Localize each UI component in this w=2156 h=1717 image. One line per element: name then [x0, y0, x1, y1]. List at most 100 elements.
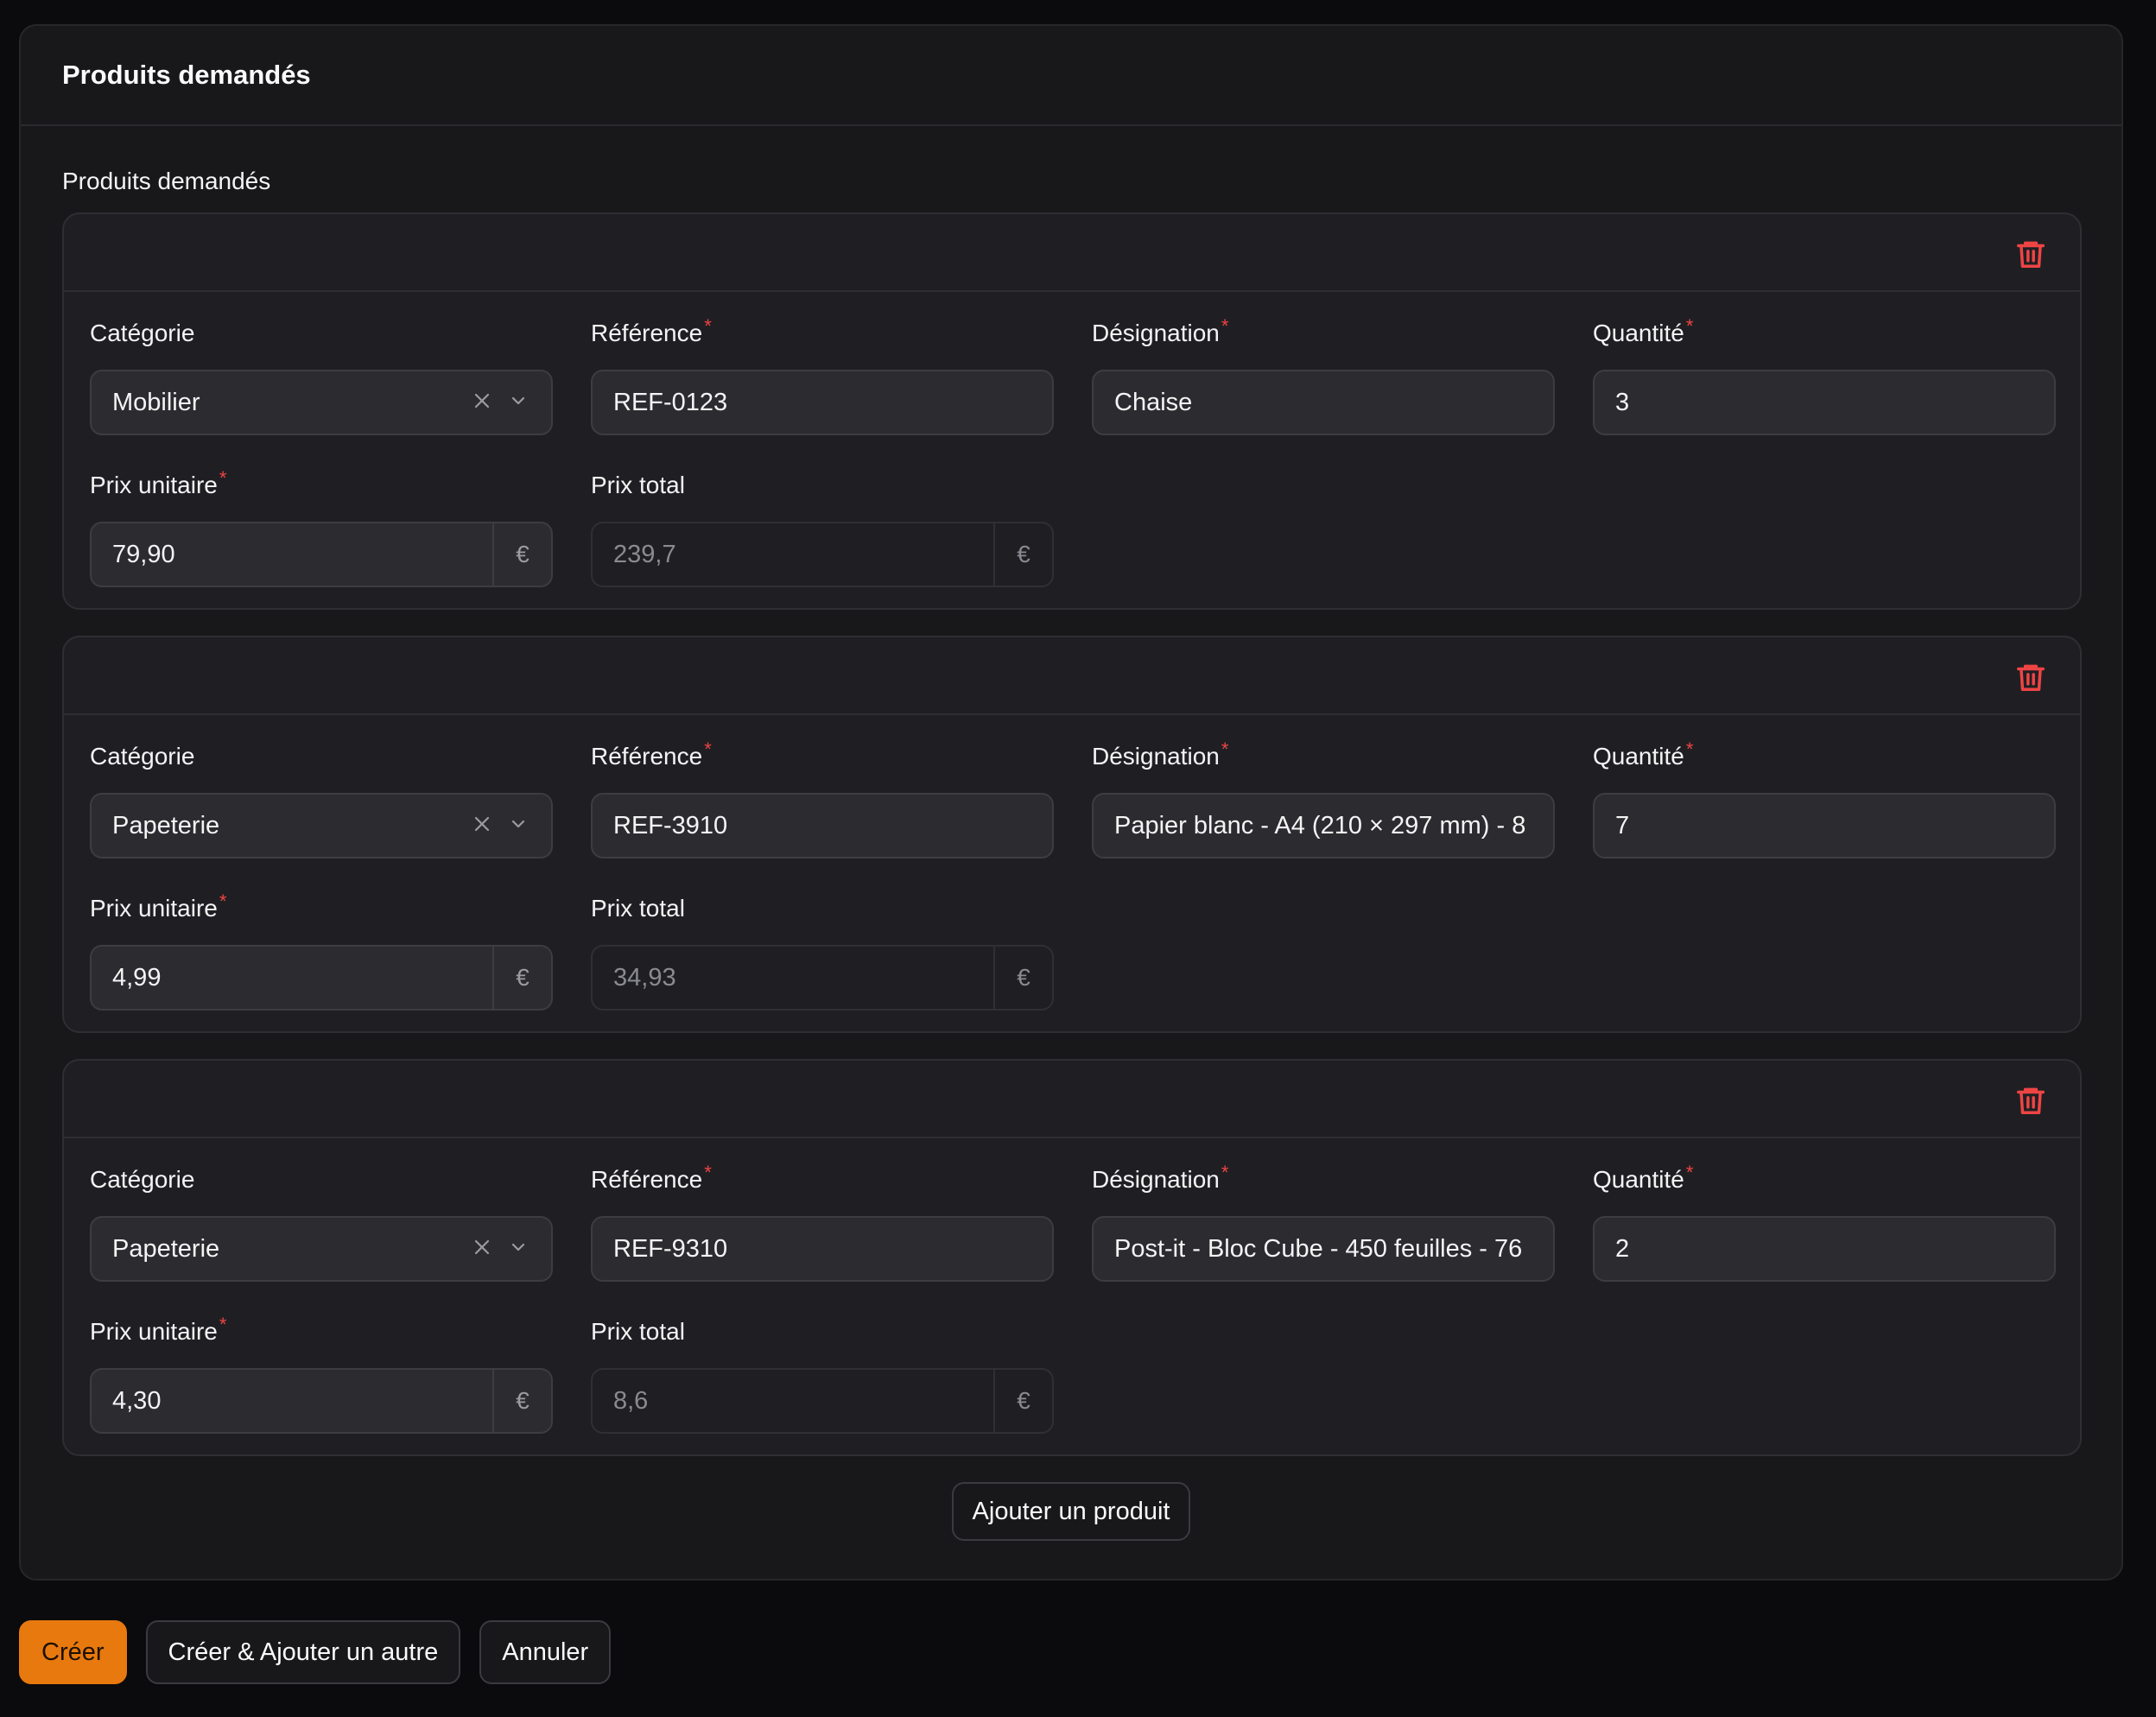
close-icon[interactable] — [472, 1237, 492, 1262]
reference-field: Référence* REF-3910 — [591, 738, 1054, 858]
quantity-field: Quantité* 3 — [1593, 315, 2056, 435]
currency-suffix: € — [492, 947, 551, 1009]
products-section: Produits demandés Produits demandés Caté… — [19, 24, 2123, 1581]
unit-price-value: 4,30 — [112, 1386, 162, 1415]
trash-icon[interactable] — [2014, 1083, 2047, 1118]
quantity-value: 3 — [1615, 388, 1630, 416]
designation-field: Désignation* Post-it - Bloc Cube - 450 f… — [1092, 1162, 1555, 1282]
add-row: Ajouter un produit — [62, 1482, 2080, 1541]
category-select[interactable]: Papeterie — [90, 1216, 553, 1282]
quantity-input[interactable]: 7 — [1593, 793, 2056, 858]
quantity-input[interactable]: 2 — [1593, 1216, 2056, 1282]
total-price-input: 239,7 € — [591, 522, 1054, 587]
product-item: Catégorie Mobilier Référence* REF-0123 D… — [62, 212, 2082, 610]
category-value: Papeterie — [112, 1234, 220, 1263]
quantity-input[interactable]: 3 — [1593, 370, 2056, 435]
unit-price-field: Prix unitaire* 4,99 € — [90, 890, 553, 1011]
category-value: Mobilier — [112, 388, 200, 416]
quantity-field: Quantité* 2 — [1593, 1162, 2056, 1282]
unit-price-field: Prix unitaire* 4,30 € — [90, 1314, 553, 1434]
unit-price-input[interactable]: 4,30 € — [90, 1368, 553, 1434]
unit-price-label: Prix unitaire* — [90, 467, 227, 498]
designation-input[interactable]: Post-it - Bloc Cube - 450 feuilles - 76 — [1092, 1216, 1555, 1282]
product-item-body: Catégorie Papeterie Référence* — [64, 715, 2080, 1033]
quantity-field: Quantité* 7 — [1593, 738, 2056, 858]
product-items-list: Catégorie Mobilier Référence* REF-0123 D… — [62, 212, 2082, 1456]
product-item: Catégorie Papeterie Référence* — [62, 1059, 2082, 1456]
unit-price-field: Prix unitaire* 79,90 € — [90, 467, 553, 587]
currency-suffix: € — [993, 523, 1052, 586]
designation-field: Désignation* Papier blanc - A4 (210 × 29… — [1092, 738, 1555, 858]
reference-value: REF-0123 — [613, 388, 728, 416]
reference-value: REF-3910 — [613, 811, 728, 839]
total-price-label: Prix total — [591, 895, 685, 922]
currency-suffix: € — [993, 1370, 1052, 1432]
create-button[interactable]: Créer — [19, 1620, 127, 1684]
total-price-label: Prix total — [591, 472, 685, 498]
close-icon[interactable] — [472, 814, 492, 839]
total-price-label: Prix total — [591, 1318, 685, 1345]
total-price-field: Prix total 239,7 € — [591, 468, 1054, 587]
product-item-body: Catégorie Papeterie Référence* — [64, 1138, 2080, 1456]
designation-field: Désignation* Chaise — [1092, 315, 1555, 435]
total-price-input: 34,93 € — [591, 945, 1054, 1011]
category-select[interactable]: Mobilier — [90, 370, 553, 435]
chevron-down-icon[interactable] — [508, 1237, 529, 1262]
total-price-field: Prix total 8,6 € — [591, 1315, 1054, 1434]
designation-input[interactable]: Papier blanc - A4 (210 × 297 mm) - 8 — [1092, 793, 1555, 858]
quantity-value: 2 — [1615, 1234, 1630, 1263]
trash-icon[interactable] — [2014, 660, 2047, 694]
total-price-value: 34,93 — [613, 963, 676, 992]
cancel-button[interactable]: Annuler — [479, 1620, 612, 1684]
quantity-label: Quantité* — [1593, 1162, 1694, 1193]
chevron-down-icon[interactable] — [508, 814, 529, 839]
section-header: Produits demandés — [21, 26, 2121, 126]
close-icon[interactable] — [472, 390, 492, 415]
unit-price-value: 4,99 — [112, 963, 162, 992]
unit-price-input[interactable]: 4,99 € — [90, 945, 553, 1011]
unit-price-label: Prix unitaire* — [90, 890, 227, 922]
reference-input[interactable]: REF-0123 — [591, 370, 1054, 435]
add-product-button[interactable]: Ajouter un produit — [951, 1482, 1191, 1541]
total-price-field: Prix total 34,93 € — [591, 891, 1054, 1011]
designation-label: Désignation* — [1092, 1162, 1229, 1193]
trash-icon[interactable] — [2014, 237, 2047, 271]
category-select[interactable]: Papeterie — [90, 793, 553, 858]
currency-suffix: € — [492, 1370, 551, 1432]
category-field: Catégorie Mobilier — [90, 316, 553, 435]
reference-input[interactable]: REF-9310 — [591, 1216, 1054, 1282]
product-item-header — [64, 214, 2080, 292]
quantity-value: 7 — [1615, 811, 1630, 839]
category-label: Catégorie — [90, 1166, 195, 1193]
product-item-body: Catégorie Mobilier Référence* REF-0123 D… — [64, 292, 2080, 610]
reference-field: Référence* REF-9310 — [591, 1162, 1054, 1282]
chevron-down-icon[interactable] — [508, 390, 529, 415]
reference-label: Référence* — [591, 738, 712, 770]
unit-price-input[interactable]: 79,90 € — [90, 522, 553, 587]
designation-label: Désignation* — [1092, 315, 1229, 346]
designation-value: Papier blanc - A4 (210 × 297 mm) - 8 — [1114, 811, 1526, 839]
category-label: Catégorie — [90, 743, 195, 770]
section-body: Produits demandés Catégorie Mobilier Réf… — [21, 126, 2121, 1541]
total-price-value: 239,7 — [613, 540, 676, 568]
reference-input[interactable]: REF-3910 — [591, 793, 1054, 858]
unit-price-label: Prix unitaire* — [90, 1314, 227, 1345]
quantity-label: Quantité* — [1593, 738, 1694, 770]
designation-value: Post-it - Bloc Cube - 450 feuilles - 76 — [1114, 1234, 1523, 1263]
designation-label: Désignation* — [1092, 738, 1229, 770]
section-title: Produits demandés — [62, 60, 311, 90]
total-price-value: 8,6 — [613, 1386, 649, 1415]
currency-suffix: € — [492, 523, 551, 586]
designation-input[interactable]: Chaise — [1092, 370, 1555, 435]
category-value: Papeterie — [112, 811, 220, 839]
reference-label: Référence* — [591, 1162, 712, 1193]
product-item-header — [64, 1061, 2080, 1138]
category-field: Catégorie Papeterie — [90, 739, 553, 858]
category-field: Catégorie Papeterie — [90, 1163, 553, 1282]
product-item: Catégorie Papeterie Référence* — [62, 636, 2082, 1033]
reference-label: Référence* — [591, 315, 712, 346]
category-label: Catégorie — [90, 320, 195, 346]
create-another-button[interactable]: Créer & Ajouter un autre — [145, 1620, 461, 1684]
total-price-input: 8,6 € — [591, 1368, 1054, 1434]
designation-value: Chaise — [1114, 388, 1193, 416]
